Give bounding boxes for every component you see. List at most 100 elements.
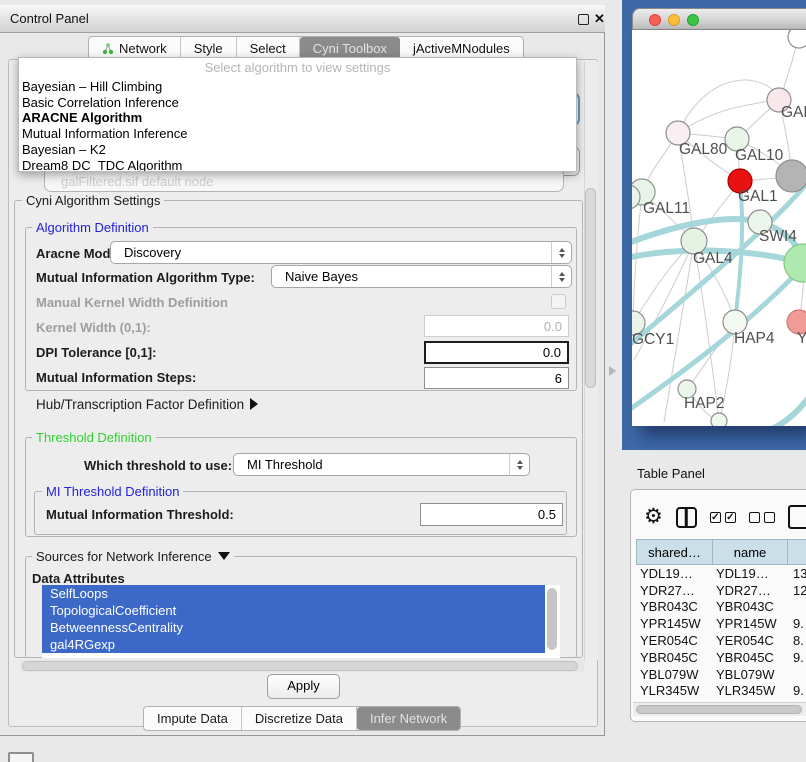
attribute-item[interactable]: BetweennessCentrality (42, 619, 545, 636)
algorithm-option[interactable]: Bayesian – Hill Climbing (19, 79, 576, 95)
deselect-columns-icon[interactable] (749, 512, 775, 523)
split-pane-grip-icon[interactable] (609, 366, 621, 376)
which-threshold-combo[interactable]: MI Threshold (233, 453, 530, 476)
network-desktop: GALGAL80GAL10GAL1GAL11GAL4SWI4GCY1HAP4YH… (622, 0, 806, 450)
network-edge[interactable] (768, 396, 806, 426)
table-cell: YBL079W (712, 667, 787, 682)
network-node-label: HAP4 (734, 330, 775, 347)
mi-steps-label: Mutual Information Steps: (36, 370, 196, 385)
network-node[interactable] (788, 30, 806, 48)
dpi-tolerance-field[interactable]: 0.0 (424, 341, 569, 364)
algorithm-option[interactable]: Mutual Information Inference (19, 126, 576, 142)
float-window-icon[interactable] (578, 14, 589, 25)
algorithm-option[interactable]: Basic Correlation Inference (19, 95, 576, 111)
which-threshold-label: Which threshold to use: (84, 458, 232, 473)
table-horizontal-scrollbar-thumb[interactable] (636, 705, 802, 714)
manual-kernel-checkbox[interactable] (551, 294, 566, 309)
network-canvas[interactable]: GALGAL80GAL10GAL1GAL11GAL4SWI4GCY1HAP4YH… (632, 30, 806, 426)
select-columns-icon[interactable] (710, 512, 736, 523)
list-scrollbar-thumb[interactable] (547, 588, 557, 650)
table-panel-title: Table Panel (637, 466, 705, 481)
table-rows: YDL19…YDL19…13YDR27…YDR27…12YBR043CYBR04… (636, 565, 806, 702)
apply-button[interactable]: Apply (267, 674, 340, 699)
attribute-item[interactable]: gal4RGexp (42, 636, 545, 653)
network-node-label: SWI4 (759, 228, 797, 245)
mi-type-label: Mutual Information Algorithm Type: (36, 270, 255, 285)
table-cell: 13 (787, 566, 806, 581)
attribute-item[interactable]: TopologicalCoefficient (42, 602, 545, 619)
zoom-button[interactable] (687, 14, 699, 26)
mode-tab-infer-network[interactable]: Infer Network (357, 707, 460, 730)
algorithm-option[interactable]: Bayesian – K2 (19, 142, 576, 158)
table-cell: 12 (787, 583, 806, 598)
network-node-label: Y (797, 330, 806, 347)
settings-horizontal-scrollbar[interactable] (20, 660, 584, 672)
column-header[interactable]: shared… (636, 539, 712, 565)
new-table-icon[interactable] (788, 505, 806, 529)
aracne-mode-combo[interactable]: Discovery (110, 241, 572, 264)
sources-title-toggle[interactable]: Sources for Network Inference (32, 549, 234, 564)
combo-spinner-icon[interactable] (509, 454, 529, 475)
cyni-settings-title: Cyni Algorithm Settings (22, 193, 164, 208)
network-node-label: HAP2 (684, 395, 725, 412)
table-horizontal-scrollbar[interactable] (633, 702, 806, 716)
algorithm-definition-title: Algorithm Definition (32, 220, 153, 235)
table-row[interactable]: YLR345WYLR345W9. (636, 683, 806, 700)
mi-threshold-value: 0.5 (538, 507, 556, 522)
tab-label: Network (119, 41, 167, 56)
network-edge[interactable] (678, 80, 780, 133)
table-cell: YBR043C (712, 599, 787, 614)
minimize-button[interactable] (668, 14, 680, 26)
mi-type-combo[interactable]: Naive Bayes (271, 265, 572, 288)
kernel-width-value: 0.0 (544, 319, 562, 334)
network-node[interactable] (776, 160, 806, 192)
hub-section-toggle[interactable]: Hub/Transcription Factor Definition (36, 397, 258, 412)
network-graph[interactable]: GALGAL80GAL10GAL1GAL11GAL4SWI4GCY1HAP4YH… (632, 30, 806, 426)
close-button[interactable] (649, 14, 661, 26)
sources-title: Sources for Network Inference (36, 549, 212, 564)
table-row[interactable]: YBL079WYBL079W (636, 666, 806, 683)
table-row[interactable]: YDL19…YDL19…13 (636, 565, 806, 582)
mode-tab-impute-data[interactable]: Impute Data (144, 707, 242, 730)
table-row[interactable]: YPR145WYPR145W9. (636, 615, 806, 632)
mi-threshold-title: MI Threshold Definition (42, 484, 183, 499)
mode-tabbar: Impute DataDiscretize DataInfer Network (143, 706, 461, 731)
table-row[interactable]: YBR045CYBR045C9. (636, 649, 806, 666)
settings-vertical-scrollbar-thumb[interactable] (585, 188, 596, 388)
mi-steps-value: 6 (555, 371, 562, 386)
algorithm-option[interactable]: Dream8 DC_TDC Algorithm (19, 158, 576, 172)
table-cell: YBR045C (636, 650, 712, 665)
table-cell: YDL19… (636, 566, 712, 581)
algorithm-option[interactable]: ARACNE Algorithm (19, 110, 576, 126)
attribute-item[interactable]: SelfLoops (42, 585, 545, 602)
combo-spinner-icon[interactable] (551, 242, 571, 263)
table-cell: 9. (787, 683, 806, 698)
kernel-width-field[interactable]: 0.0 (424, 315, 569, 337)
combo-spinner-icon[interactable] (551, 266, 571, 287)
data-attributes-list[interactable]: SelfLoopsTopologicalCoefficientBetweenne… (42, 585, 560, 658)
network-node[interactable] (784, 244, 806, 282)
tab-label: Select (250, 41, 286, 56)
settings-horizontal-scrollbar-thumb[interactable] (22, 661, 578, 671)
which-threshold-value: MI Threshold (247, 457, 323, 472)
network-node[interactable] (711, 413, 727, 426)
aracne-mode-value: Discovery (124, 245, 181, 260)
column-header[interactable] (787, 539, 806, 565)
control-panel-titlebar[interactable]: Control Panel ✕ (0, 5, 605, 33)
network-window-titlebar[interactable] (632, 8, 806, 30)
table-row[interactable]: YBR043CYBR043C (636, 599, 806, 616)
table-toolbar: ⚙ (644, 505, 806, 529)
minimized-panel-icon[interactable] (8, 752, 34, 762)
column-header[interactable]: name (712, 539, 787, 565)
close-window-icon[interactable]: ✕ (594, 10, 605, 28)
table-row[interactable]: YDR27…YDR27…12 (636, 582, 806, 599)
network-edge[interactable] (678, 100, 778, 133)
mi-steps-field[interactable]: 6 (424, 367, 569, 389)
mi-threshold-field[interactable]: 0.5 (420, 503, 563, 526)
mode-tab-discretize-data[interactable]: Discretize Data (242, 707, 357, 730)
table-row[interactable]: YER054CYER054C8. (636, 632, 806, 649)
gear-icon[interactable]: ⚙ (644, 506, 663, 528)
table-cell: YBR043C (636, 599, 712, 614)
split-columns-icon[interactable] (676, 507, 697, 528)
network-node-label: GAL10 (735, 147, 784, 164)
